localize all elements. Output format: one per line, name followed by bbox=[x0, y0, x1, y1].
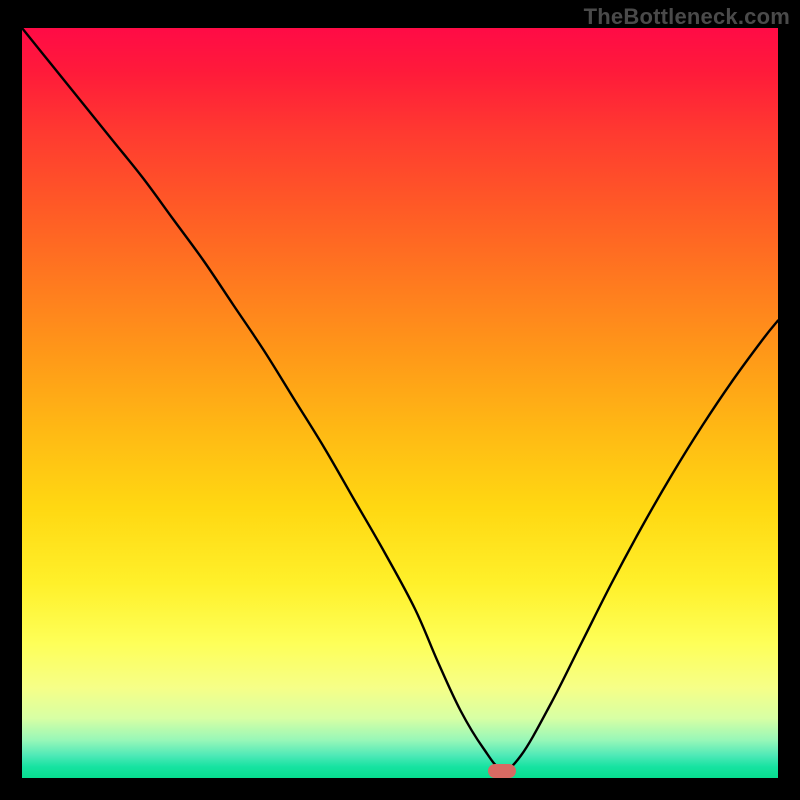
watermark-text: TheBottleneck.com bbox=[584, 4, 790, 30]
bottleneck-curve bbox=[22, 28, 778, 778]
plot-area bbox=[22, 28, 778, 778]
chart-frame: TheBottleneck.com bbox=[0, 0, 800, 800]
optimum-marker bbox=[488, 764, 516, 778]
